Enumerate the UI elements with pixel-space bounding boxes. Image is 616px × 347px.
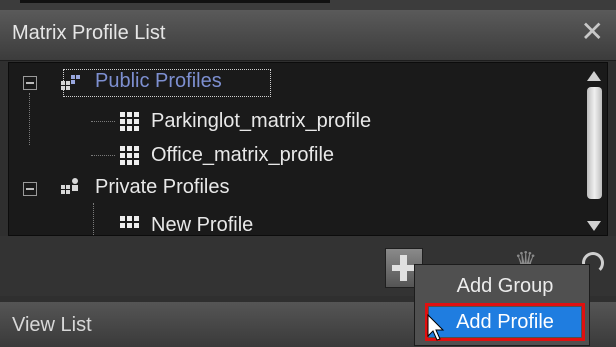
top-strip: [0, 0, 616, 10]
grid-icon: [120, 112, 139, 131]
tree-connector: [93, 203, 94, 235]
tree-item-private-profiles[interactable]: Private Profiles: [95, 176, 230, 199]
panel-title: Matrix Profile List: [12, 22, 166, 44]
tree-item-parkinglot-profile[interactable]: Parkinglot_matrix_profile: [151, 110, 371, 133]
tree-connector: [29, 93, 30, 145]
scroll-thumb[interactable]: [587, 87, 602, 199]
scroll-down-icon[interactable]: [587, 221, 601, 231]
view-list-label: View List: [12, 314, 92, 336]
tree-connector: [91, 121, 115, 122]
collapse-private-icon[interactable]: [23, 182, 37, 196]
profile-tree[interactable]: Public Profiles Parkinglot_matrix_profil…: [8, 62, 608, 236]
mouse-cursor-icon: [427, 314, 445, 341]
close-icon[interactable]: ✕: [581, 18, 604, 46]
tree-connector: [91, 155, 115, 156]
panel-titlebar: Matrix Profile List ✕: [0, 10, 616, 61]
tree-item-office-profile[interactable]: Office_matrix_profile: [151, 144, 334, 167]
scroll-up-icon[interactable]: [587, 71, 601, 81]
menu-item-add-group[interactable]: Add Group: [429, 271, 581, 301]
collapse-public-icon[interactable]: [23, 76, 37, 90]
tree-scrollbar[interactable]: [583, 63, 607, 235]
grid-icon: [120, 216, 139, 228]
group-icon: [61, 178, 78, 194]
top-divider: [20, 0, 330, 3]
grid-icon: [120, 146, 139, 165]
menu-item-add-profile[interactable]: Add Profile: [425, 303, 585, 341]
tree-item-public-profiles[interactable]: Public Profiles: [95, 70, 222, 93]
tree-item-new-profile[interactable]: New Profile: [151, 214, 253, 235]
